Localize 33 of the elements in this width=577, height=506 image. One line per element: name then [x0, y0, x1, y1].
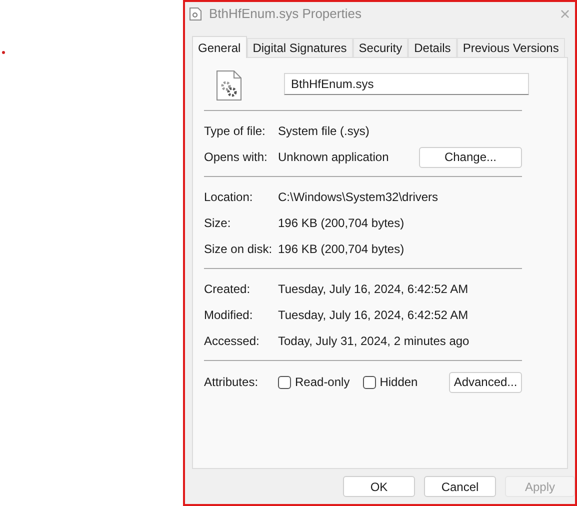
- field-value: Tuesday, July 16, 2024, 6:42:52 AM: [278, 281, 468, 298]
- advanced-button[interactable]: Advanced...: [449, 372, 522, 392]
- field-value: Unknown application: [278, 149, 389, 166]
- dialog-button[interactable]: Cancel: [424, 476, 496, 497]
- field-label: Modified:: [204, 307, 254, 324]
- field-value: 196 KB (200,704 bytes): [278, 241, 404, 258]
- field-label: Size on disk:: [204, 241, 274, 258]
- file-name-field[interactable]: BthHfEnum.sys: [284, 73, 529, 95]
- field-label: Created:: [204, 281, 252, 298]
- tab[interactable]: General: [192, 36, 247, 58]
- field-value: Tuesday, July 16, 2024, 6:42:52 AM: [278, 307, 468, 324]
- field-label: Attributes:: [204, 374, 260, 391]
- checkbox[interactable]: Hidden: [362, 373, 418, 391]
- dialog-button[interactable]: OK: [343, 476, 415, 497]
- checkbox[interactable]: Read-only: [278, 373, 350, 391]
- field-value: System file (.sys): [278, 123, 370, 140]
- field-label: Type of file:: [204, 123, 266, 140]
- tab[interactable]: Security: [352, 38, 408, 57]
- tab[interactable]: Details: [408, 38, 457, 57]
- field-label: Accessed:: [204, 333, 260, 350]
- file-gear-icon: [216, 70, 242, 100]
- tab[interactable]: Digital Signatures: [246, 38, 353, 57]
- change-button[interactable]: Change...: [419, 146, 522, 168]
- field-value: 196 KB (200,704 bytes): [278, 215, 404, 232]
- file-icon: [189, 7, 202, 21]
- field-label: Size:: [204, 215, 232, 232]
- dot-mark: [2, 51, 5, 54]
- window-title: BthHfEnum.sys Properties: [209, 5, 362, 24]
- field-label: Location:: [204, 189, 254, 206]
- field-value: Today, July 31, 2024, 2 minutes ago: [278, 333, 470, 350]
- tab[interactable]: Previous Versions: [456, 38, 565, 57]
- field-label: Opens with:: [204, 149, 268, 166]
- field-value: C:\Windows\System32\drivers: [278, 189, 438, 206]
